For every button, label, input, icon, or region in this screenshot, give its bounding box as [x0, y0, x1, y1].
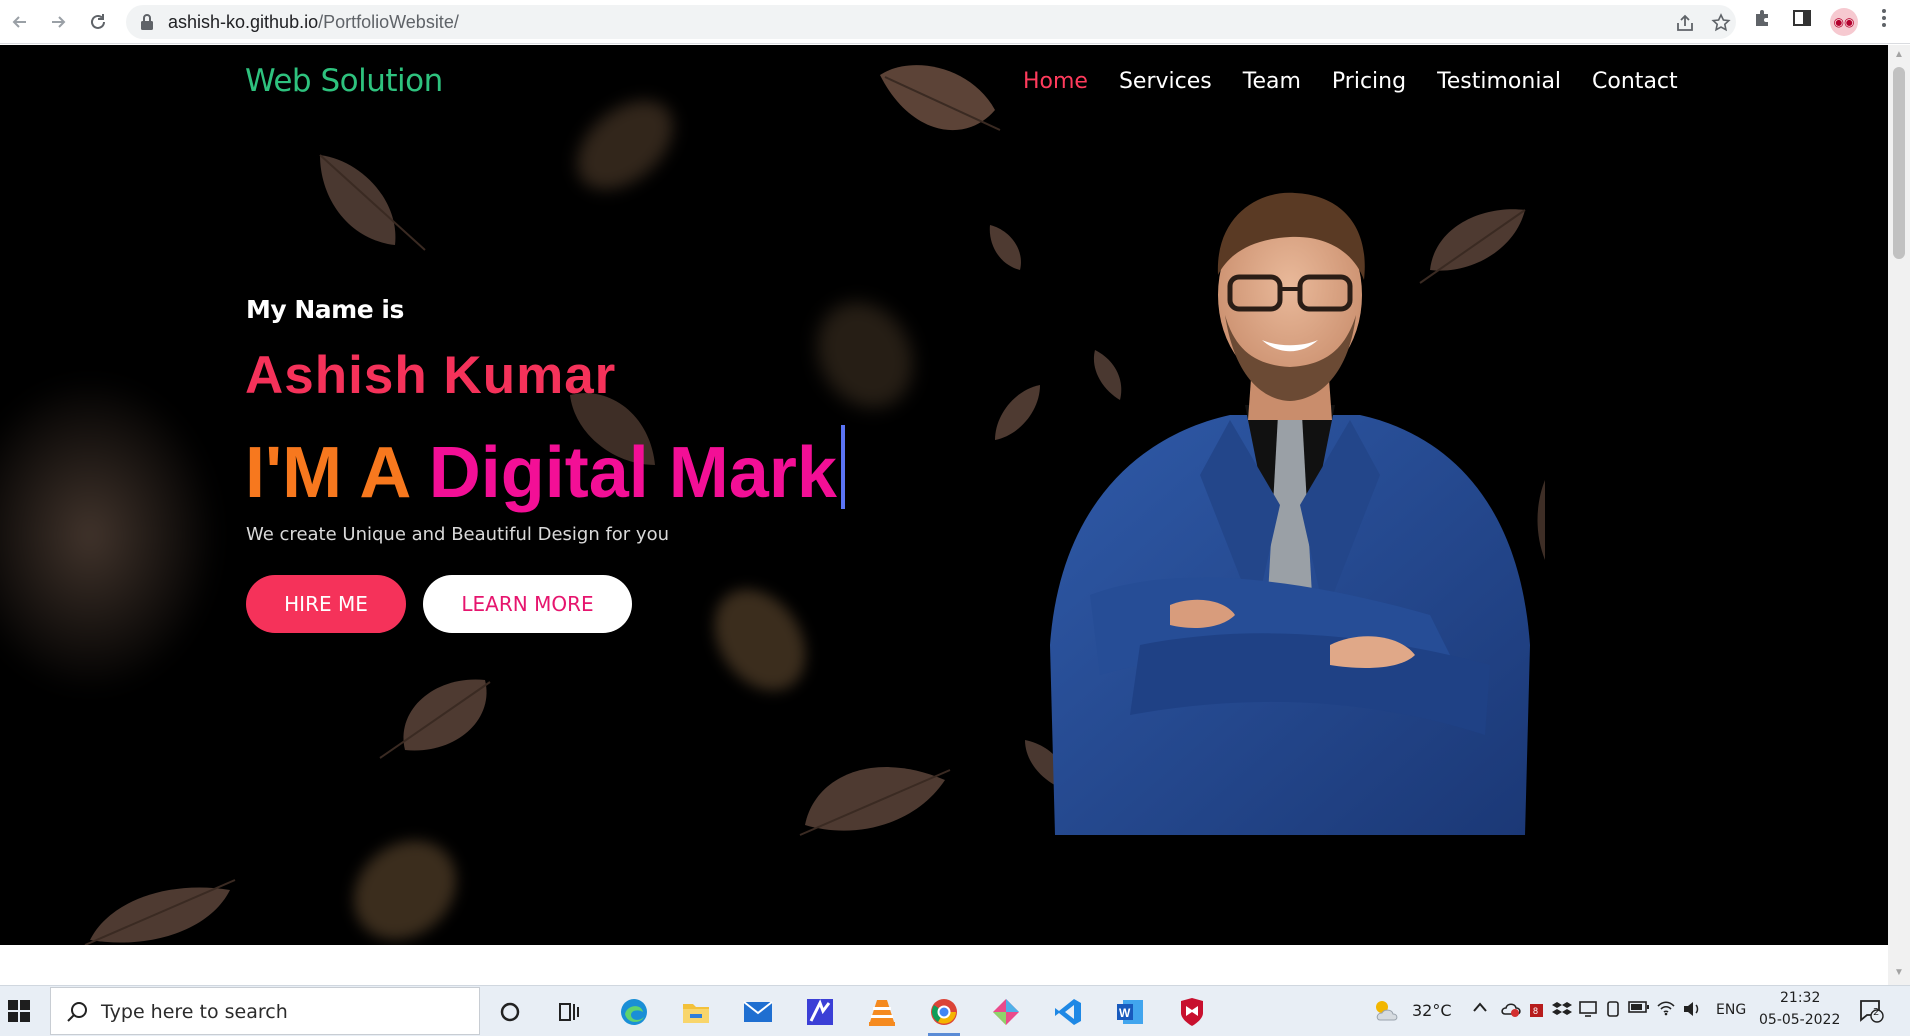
- blurred-leaf: [695, 572, 825, 708]
- hero-intro: My Name is: [246, 295, 404, 324]
- taskbar-search-box[interactable]: Type here to search: [50, 987, 480, 1035]
- menu-kebab-icon[interactable]: [1870, 8, 1898, 36]
- mail-icon[interactable]: [736, 992, 780, 1032]
- notification-count: 2: [1873, 1007, 1880, 1018]
- blurred-leaf: [560, 82, 690, 208]
- device-icon[interactable]: [1604, 1000, 1622, 1023]
- nav-link-team[interactable]: Team: [1243, 69, 1301, 94]
- windows-taskbar: Type here to search W 32°C 8 ENG 21:32 0…: [0, 985, 1910, 1036]
- blurred-leaf: [333, 820, 477, 945]
- hero-tagline: We create Unique and Beautiful Design fo…: [246, 524, 669, 545]
- page-scrollbar[interactable]: ▲ ▼: [1888, 45, 1910, 985]
- search-placeholder: Type here to search: [101, 1001, 288, 1023]
- address-bar[interactable]: ashish-ko.github.io/PortfolioWebsite/: [126, 5, 1736, 39]
- chevron-up-icon[interactable]: [1472, 1000, 1488, 1018]
- leaf-icon: [799, 767, 951, 836]
- app-icon[interactable]: [984, 992, 1028, 1032]
- task-view-icon[interactable]: [548, 992, 592, 1032]
- leaf-icon: [379, 679, 491, 759]
- typing-cursor: [840, 425, 845, 509]
- lock-icon: [140, 13, 158, 31]
- profile-avatar-icon[interactable]: ◉◉: [1830, 8, 1858, 36]
- hero-role-typed: Digital Mark: [428, 433, 837, 513]
- hero-role-typewriter: I'M A Digital Mark: [245, 425, 845, 514]
- svg-text:W: W: [1119, 1006, 1131, 1020]
- learn-more-button[interactable]: LEARN MORE: [423, 575, 632, 633]
- leaf-icon: [84, 879, 236, 945]
- windows-start-icon[interactable]: [6, 998, 32, 1024]
- scroll-down-arrow-icon[interactable]: ▼: [1894, 967, 1904, 978]
- vscode-icon[interactable]: [1046, 992, 1090, 1032]
- hire-me-button[interactable]: HIRE ME: [246, 575, 406, 633]
- site-nav: Home Services Team Pricing Testimonial C…: [1023, 69, 1709, 94]
- nav-link-pricing[interactable]: Pricing: [1332, 69, 1406, 94]
- word-icon[interactable]: W: [1108, 992, 1152, 1032]
- weather-temperature[interactable]: 32°C: [1412, 1001, 1452, 1020]
- hero-role-prefix: I'M A: [245, 433, 409, 513]
- nav-link-testimonial[interactable]: Testimonial: [1437, 69, 1561, 94]
- search-icon: [67, 1002, 87, 1022]
- nav-link-services[interactable]: Services: [1119, 69, 1212, 94]
- battery-icon[interactable]: [1628, 1000, 1650, 1019]
- bookmark-star-icon[interactable]: [1708, 13, 1734, 39]
- svg-text:8: 8: [1533, 1006, 1538, 1016]
- display-icon[interactable]: [1578, 1000, 1598, 1023]
- clock-time[interactable]: 21:32: [1780, 990, 1820, 1006]
- side-panel-icon[interactable]: [1788, 8, 1816, 36]
- notification-center-icon[interactable]: 2: [1858, 998, 1884, 1029]
- vlc-player-icon[interactable]: [860, 992, 904, 1032]
- volume-icon[interactable]: [1682, 1000, 1702, 1023]
- browser-toolbar: ashish-ko.github.io/PortfolioWebsite/ ◉◉: [0, 0, 1910, 44]
- page-below-hero: [0, 945, 1888, 985]
- leaf-icon: [880, 65, 1001, 131]
- url-text: ashish-ko.github.io/PortfolioWebsite/: [168, 12, 459, 32]
- mcafee-shield-icon[interactable]: [1170, 992, 1214, 1032]
- file-explorer-icon[interactable]: [674, 992, 718, 1032]
- leaf-icon: [319, 154, 426, 251]
- blurred-leaf: [798, 284, 932, 426]
- back-arrow-icon[interactable]: [6, 8, 34, 36]
- app-tray-icon[interactable]: 8: [1528, 1000, 1548, 1025]
- wifi-icon[interactable]: [1656, 1000, 1676, 1021]
- scrollbar-thumb[interactable]: [1893, 67, 1905, 259]
- portrait-photo: [1050, 192, 1530, 835]
- forward-arrow-icon[interactable]: [44, 8, 72, 36]
- cortana-circle-icon[interactable]: [488, 992, 532, 1032]
- weather-sun-cloud-icon[interactable]: [1372, 998, 1402, 1024]
- chrome-browser-icon[interactable]: [922, 992, 966, 1036]
- site-brand-logo[interactable]: Web Solution: [245, 63, 443, 99]
- nav-link-contact[interactable]: Contact: [1592, 69, 1678, 94]
- app-icon[interactable]: [798, 992, 842, 1032]
- edge-browser-icon[interactable]: [612, 992, 656, 1032]
- language-indicator[interactable]: ENG: [1716, 1002, 1746, 1018]
- nav-link-home[interactable]: Home: [1023, 69, 1088, 94]
- share-icon[interactable]: [1672, 13, 1698, 39]
- clock-date[interactable]: 05-05-2022: [1759, 1012, 1840, 1028]
- reload-icon[interactable]: [84, 8, 112, 36]
- dropbox-icon[interactable]: [1552, 1000, 1572, 1023]
- page-viewport: Web Solution Home Services Team Pricing …: [0, 45, 1888, 945]
- blurred-leaf-left: [0, 375, 220, 695]
- cloud-sync-icon[interactable]: [1500, 1000, 1522, 1023]
- hero-name: Ashish Kumar: [245, 346, 617, 405]
- scroll-up-arrow-icon[interactable]: ▲: [1894, 49, 1904, 60]
- leaf-icon: [989, 225, 1021, 270]
- extensions-puzzle-icon[interactable]: [1748, 8, 1776, 36]
